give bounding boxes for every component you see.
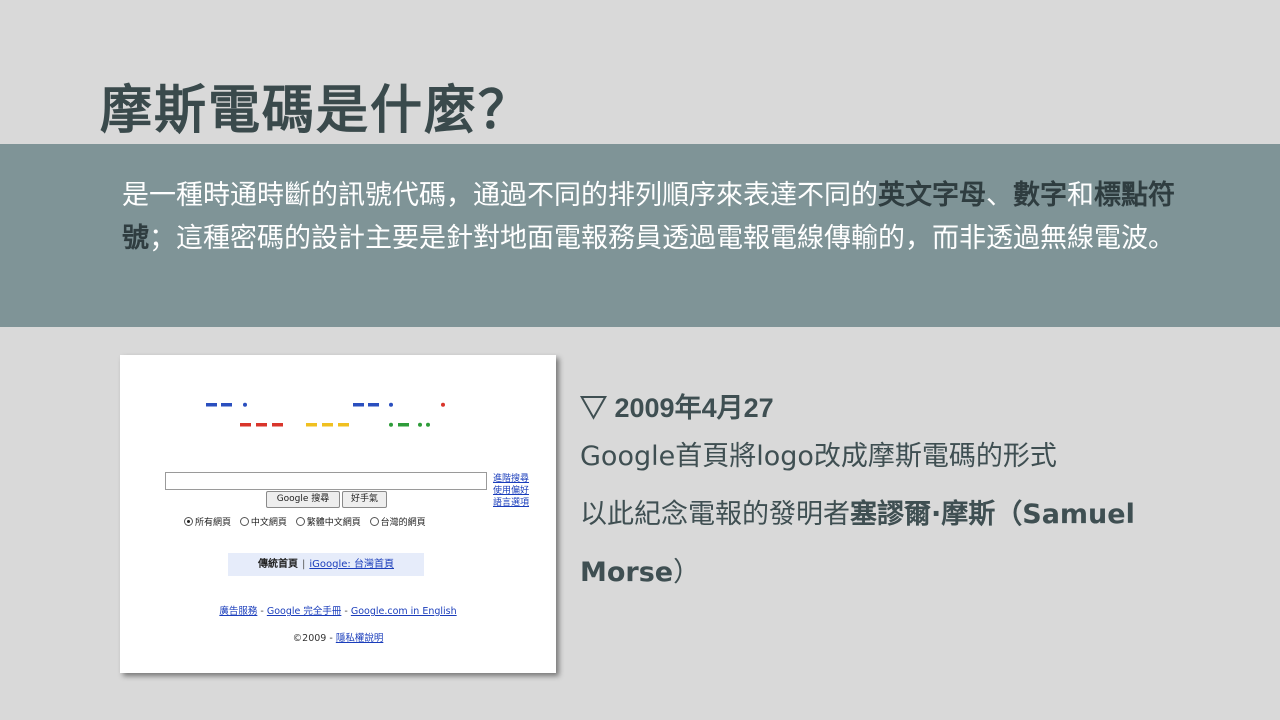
morse-mark [441,402,445,407]
morse-mark [418,422,422,427]
morse-mark [243,402,247,407]
morse-mark [338,423,349,427]
google-guide-link[interactable]: Google 完全手冊 [267,606,342,617]
side-links: 進階搜尋 使用偏好 語言選項 [493,473,543,509]
radio-dot [184,517,193,526]
morse-mark [398,423,409,427]
morse-mark [206,403,217,407]
radio-dot [369,517,379,526]
preferences-link[interactable]: 使用偏好 [493,485,543,497]
info-line-1: Google首頁將logo改成摩斯電碼的形式 [580,441,1057,472]
morse-mark [389,422,393,427]
morse-mark [272,423,283,427]
radio-dot [239,517,249,526]
footer-links: 廣告服務 - Google 完全手冊 - Google.com in Engli… [219,606,457,617]
radio-taiwan-pages[interactable]: 台灣的網頁 [369,515,426,528]
slide-title: 摩斯電碼是什麼？ [100,81,533,141]
morse-mark [426,422,430,427]
info-line-3: Morse） [580,557,701,588]
search-scope-radios: 所有網頁 中文網頁 繁體中文網頁 台灣的網頁 [184,515,524,528]
google-homepage-screenshot: 進階搜尋 使用偏好 語言選項 Google 搜尋 好手氣 所有網頁 中文網頁 繁… [120,355,556,673]
radio-chinese-pages[interactable]: 中文網頁 [239,515,287,528]
privacy-link[interactable]: 隱私權說明 [336,633,384,644]
copyright: ©2009 - 隱私權說明 [292,633,384,644]
description-text: 是一種時通時斷的訊號代碼，通過不同的排列順序來表達不同的英文字母、數字和標點符號… [122,180,1175,254]
google-search-button[interactable]: Google 搜尋 [266,491,340,508]
feeling-lucky-button[interactable]: 好手氣 [342,491,387,508]
igoogle-link[interactable]: iGoogle: 台灣首頁 [309,559,394,570]
radio-dot [295,517,305,526]
morse-logo [206,402,445,427]
classic-homepage-label: 傳統首頁 [258,559,299,570]
morse-mark [240,423,251,427]
morse-mark [353,403,364,407]
morse-mark [256,423,267,427]
search-input[interactable] [165,472,487,490]
morse-mark [368,403,379,407]
google-english-link[interactable]: Google.com in English [351,606,457,617]
homepage-switch-bar: 傳統首頁 | iGoogle: 台灣首頁 [228,553,424,576]
language-tools-link[interactable]: 語言選項 [493,497,543,509]
morse-mark [221,403,232,407]
advanced-search-link[interactable]: 進階搜尋 [493,473,543,485]
radio-all-pages[interactable]: 所有網頁 [184,515,231,528]
morse-mark [389,402,393,407]
info-block: ▽ 2009年4月27 Google首頁將logo改成摩斯電碼的形式 以此紀念電… [580,388,1240,602]
morse-mark [322,423,333,427]
info-line-2: 以此紀念電報的發明者塞謬爾·摩斯（Samuel [580,499,1135,530]
info-date: ▽ 2009年4月27 [580,393,774,423]
radio-traditional-chinese-pages[interactable]: 繁體中文網頁 [295,515,361,528]
morse-mark [306,423,317,427]
ads-link[interactable]: 廣告服務 [219,606,257,617]
